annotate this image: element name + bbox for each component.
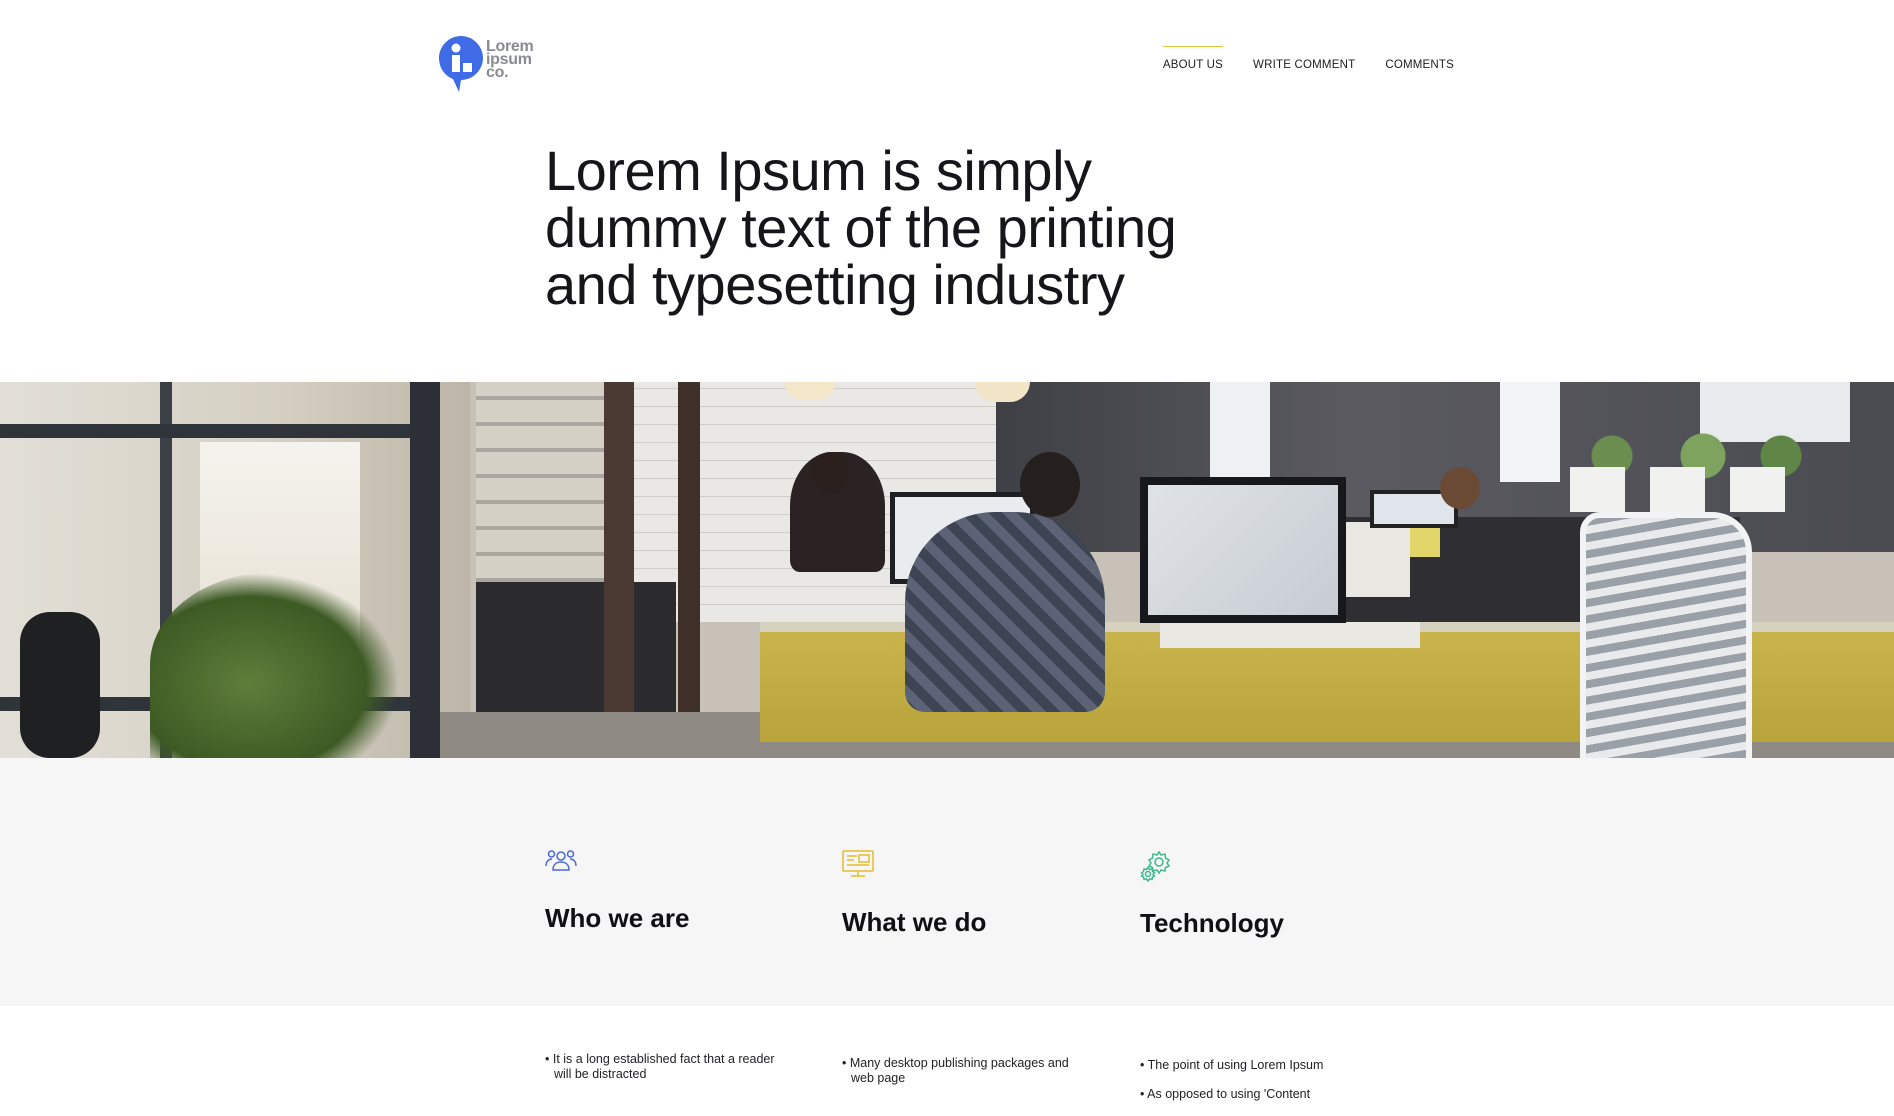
hero-title-line: Lorem Ipsum is simply bbox=[545, 139, 1092, 202]
feature-bullet: The point of using Lorem Ipsum bbox=[1140, 1058, 1370, 1073]
nav-comments[interactable]: COMMENTS bbox=[1385, 46, 1454, 71]
main-nav: ABOUT US WRITE COMMENT COMMENTS bbox=[1133, 46, 1454, 71]
hero-title-line: dummy text of the printing bbox=[545, 196, 1177, 259]
feature-bullet: As opposed to using 'Content bbox=[1140, 1087, 1370, 1102]
nav-about-us[interactable]: ABOUT US bbox=[1162, 46, 1224, 71]
feature-bullet: Many desktop publishing packages and web… bbox=[842, 1056, 1072, 1086]
hero-title-line: and typesetting industry bbox=[545, 253, 1125, 316]
feature-title: Technology bbox=[1140, 908, 1284, 938]
brand-logo[interactable]: Lorem ipsum co. bbox=[439, 36, 579, 94]
gears-icon bbox=[1140, 850, 1171, 882]
logo-wordmark: Lorem ipsum co. bbox=[486, 39, 534, 81]
people-group-icon bbox=[545, 850, 577, 871]
feature-bullets: Many desktop publishing packages and web… bbox=[842, 1056, 1072, 1100]
feature-title: What we do bbox=[842, 907, 987, 937]
office-photo bbox=[0, 382, 1894, 758]
logo-mark-icon bbox=[439, 36, 483, 92]
feature-bullet: It is a long established fact that a rea… bbox=[545, 1052, 775, 1082]
features-section: Who we are It is a long established fact… bbox=[0, 758, 1894, 1101]
hero-title: Lorem Ipsum is simply dummy text of the … bbox=[545, 142, 1305, 313]
feature-bullets: The point of using Lorem Ipsum As oppose… bbox=[1140, 1058, 1370, 1116]
feature-bullets: It is a long established fact that a rea… bbox=[545, 1052, 775, 1096]
presentation-board-icon bbox=[842, 850, 874, 877]
nav-write-comment[interactable]: WRITE COMMENT bbox=[1253, 46, 1355, 71]
feature-title: Who we are bbox=[545, 903, 690, 933]
